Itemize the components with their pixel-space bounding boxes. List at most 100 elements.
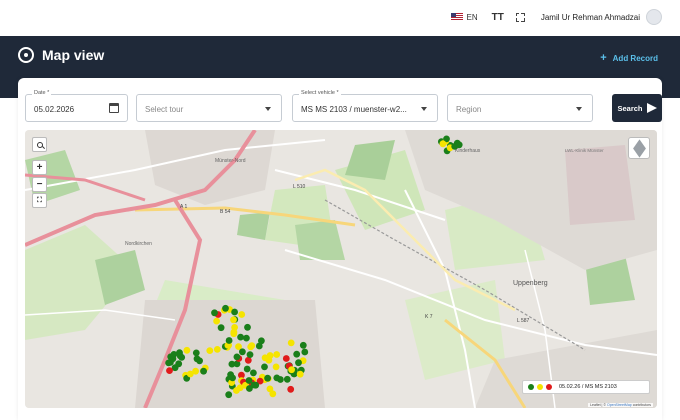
route-point[interactable]: [282, 355, 290, 362]
page-title: Map view: [42, 47, 105, 63]
route-point[interactable]: [231, 308, 239, 316]
language-switcher[interactable]: EN: [450, 12, 478, 22]
route-point[interactable]: [213, 346, 221, 353]
route-point[interactable]: [237, 333, 245, 341]
route-point[interactable]: [265, 356, 273, 364]
route-point[interactable]: [266, 385, 274, 393]
top-bar: EN TT Jamil Ur Rehman Ahmadzai: [0, 0, 680, 34]
forest-area: [237, 212, 270, 240]
date-value: 05.02.2026: [34, 105, 75, 114]
send-icon: [646, 103, 657, 113]
route-point[interactable]: [288, 366, 295, 374]
text-size-icon[interactable]: TT: [492, 12, 504, 23]
map-label: L 510: [293, 184, 306, 190]
route-point[interactable]: [230, 328, 238, 336]
calendar-icon[interactable]: [109, 103, 119, 113]
route-point[interactable]: [283, 375, 291, 383]
map-canvas[interactable]: Münster-Nord Nordkirchen Uppenberg A 1 B…: [25, 130, 657, 408]
route-point[interactable]: [243, 365, 251, 373]
route-point[interactable]: [206, 347, 214, 354]
route-point[interactable]: [213, 317, 221, 325]
zoom-in-button[interactable]: +: [32, 160, 47, 175]
map-search-button[interactable]: [32, 137, 47, 152]
legend-yellow-dot: [537, 384, 543, 390]
vehicle-select[interactable]: Select vehicle * MS MS 2103 / muenster-w…: [292, 90, 438, 122]
route-point[interactable]: [225, 391, 233, 399]
map-label: A 1: [180, 204, 187, 210]
language-code: EN: [466, 12, 478, 22]
search-label: Search: [617, 103, 643, 113]
avatar[interactable]: [646, 9, 662, 25]
route-point[interactable]: [233, 387, 240, 394]
route-point[interactable]: [183, 346, 191, 354]
user-name[interactable]: Jamil Ur Rehman Ahmadzai: [541, 13, 640, 22]
map-label: LWL-Klinik Münster: [565, 148, 604, 153]
us-flag-icon: [450, 13, 463, 21]
route-point[interactable]: [228, 360, 236, 368]
route-point[interactable]: [252, 381, 260, 389]
layers-button[interactable]: [628, 137, 650, 159]
map-label: L 587: [517, 318, 530, 324]
expand-icon: ⛶: [37, 196, 42, 204]
map-label: Nordkirchen: [125, 241, 152, 247]
layers-icon: [632, 138, 646, 158]
route-point[interactable]: [261, 363, 268, 371]
route-point[interactable]: [273, 351, 281, 358]
route-point[interactable]: [200, 367, 208, 375]
route-point[interactable]: [301, 348, 309, 356]
route-point[interactable]: [176, 352, 184, 360]
route-point[interactable]: [193, 355, 201, 363]
route-point[interactable]: [451, 143, 459, 150]
region-select[interactable]: Region: [447, 94, 593, 122]
hospital-area: [565, 145, 635, 225]
route-point[interactable]: [246, 351, 254, 358]
route-point[interactable]: [230, 316, 237, 324]
route-point[interactable]: [238, 311, 246, 318]
legend-red-dot: [546, 384, 552, 390]
route-point[interactable]: [222, 304, 229, 312]
date-field[interactable]: Date * 05.02.2026: [25, 90, 128, 122]
route-point[interactable]: [299, 341, 307, 349]
route-point[interactable]: [295, 359, 302, 367]
route-point[interactable]: [167, 359, 174, 366]
zoom-out-button[interactable]: −: [32, 177, 47, 192]
region-placeholder: Region: [456, 105, 482, 114]
route-point[interactable]: [246, 385, 253, 392]
route-point[interactable]: [239, 348, 246, 356]
route-point[interactable]: [287, 339, 295, 347]
route-point[interactable]: [170, 351, 178, 358]
route-point[interactable]: [211, 309, 218, 317]
route-point[interactable]: [264, 374, 271, 382]
add-record-button[interactable]: + Add Record: [600, 52, 658, 64]
route-point[interactable]: [217, 324, 225, 332]
attribution-prefix: Leaflet | ©: [590, 403, 607, 407]
fullscreen-icon[interactable]: [514, 11, 525, 22]
route-point[interactable]: [248, 342, 256, 349]
search-button[interactable]: Search: [612, 94, 662, 122]
route-point[interactable]: [227, 371, 235, 379]
route-point[interactable]: [255, 342, 263, 350]
osm-link[interactable]: OpenStreetMap: [607, 403, 632, 407]
map-label: Kinderhaus: [455, 148, 481, 154]
route-point[interactable]: [166, 367, 173, 374]
route-point[interactable]: [175, 360, 183, 368]
route-point[interactable]: [272, 363, 280, 371]
route-point[interactable]: [186, 370, 194, 378]
route-point[interactable]: [287, 385, 295, 393]
route-point[interactable]: [250, 369, 257, 377]
route-point[interactable]: [244, 323, 251, 331]
route-point[interactable]: [243, 334, 250, 342]
route-point[interactable]: [277, 376, 284, 383]
route-point[interactable]: [439, 140, 447, 148]
tour-select[interactable]: Select tour: [136, 94, 282, 122]
route-point[interactable]: [192, 349, 200, 357]
route-point[interactable]: [225, 337, 233, 344]
page-title-group: Map view: [18, 47, 104, 63]
route-point[interactable]: [233, 353, 241, 361]
attribution-suffix: contributors: [632, 403, 651, 407]
vehicle-label: Select vehicle *: [299, 90, 341, 96]
fit-bounds-button[interactable]: ⛶: [32, 193, 47, 208]
route-point[interactable]: [293, 350, 301, 358]
route-point[interactable]: [296, 370, 304, 378]
chevron-down-icon: [576, 107, 582, 111]
